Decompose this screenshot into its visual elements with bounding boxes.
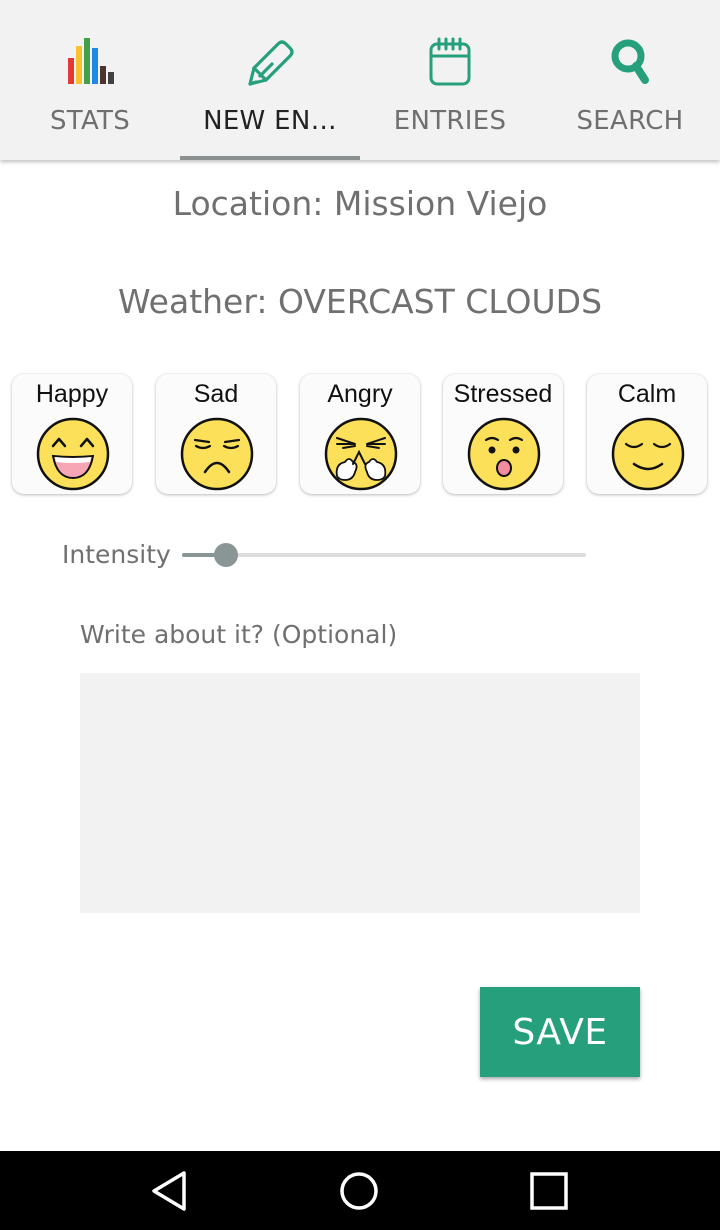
back-triangle-icon[interactable] bbox=[148, 1169, 192, 1213]
calendar-icon bbox=[429, 37, 471, 86]
home-circle-icon[interactable] bbox=[337, 1169, 381, 1213]
mood-card-angry[interactable]: Angry bbox=[300, 374, 420, 494]
happy-face-icon bbox=[36, 417, 110, 491]
tab-label-new-entry: NEW EN… bbox=[203, 106, 337, 136]
sad-face-icon bbox=[180, 417, 254, 491]
journal-label: Write about it? (Optional) bbox=[80, 620, 398, 649]
mood-card-stressed[interactable]: Stressed bbox=[443, 374, 563, 494]
intensity-label: Intensity bbox=[62, 540, 171, 569]
mood-card-sad[interactable]: Sad bbox=[156, 374, 276, 494]
mood-label-stressed: Stressed bbox=[453, 380, 553, 408]
bar-chart-icon bbox=[68, 38, 114, 84]
slider-thumb[interactable] bbox=[214, 543, 238, 567]
app-screen: STATS NEW EN… ENTRIES SEARCH Location: M… bbox=[0, 0, 720, 1230]
stressed-face-icon bbox=[467, 417, 541, 491]
location-text: Location: Mission Viejo bbox=[172, 184, 548, 223]
tab-stats[interactable]: STATS bbox=[0, 0, 180, 160]
tab-label-entries: ENTRIES bbox=[393, 106, 507, 136]
mood-card-happy[interactable]: Happy bbox=[12, 374, 132, 494]
tab-new-entry[interactable]: NEW EN… bbox=[180, 0, 360, 160]
tab-search[interactable]: SEARCH bbox=[540, 0, 720, 160]
calm-face-icon bbox=[611, 417, 685, 491]
system-nav-bar bbox=[0, 1151, 720, 1230]
tab-bar: STATS NEW EN… ENTRIES SEARCH bbox=[0, 0, 720, 160]
mood-card-calm[interactable]: Calm bbox=[587, 374, 707, 494]
active-tab-indicator bbox=[180, 156, 360, 160]
save-button[interactable]: SAVE bbox=[480, 987, 640, 1077]
mood-label-happy: Happy bbox=[35, 380, 109, 408]
recents-square-icon[interactable] bbox=[527, 1169, 571, 1213]
slider-track bbox=[182, 553, 586, 557]
mood-label-calm: Calm bbox=[617, 380, 677, 408]
mood-selector: Happy Sad Angry Stressed Calm bbox=[12, 374, 712, 494]
mood-label-angry: Angry bbox=[327, 380, 393, 408]
angry-face-icon bbox=[324, 417, 398, 491]
mood-label-sad: Sad bbox=[193, 380, 239, 408]
tab-entries[interactable]: ENTRIES bbox=[360, 0, 540, 160]
weather-text: Weather: OVERCAST CLOUDS bbox=[117, 282, 603, 321]
tab-label-stats: STATS bbox=[49, 106, 131, 136]
search-icon bbox=[611, 39, 649, 84]
journal-textarea[interactable] bbox=[80, 673, 640, 913]
tab-label-search: SEARCH bbox=[576, 106, 684, 136]
intensity-slider[interactable] bbox=[182, 540, 586, 570]
pen-icon bbox=[248, 40, 294, 86]
